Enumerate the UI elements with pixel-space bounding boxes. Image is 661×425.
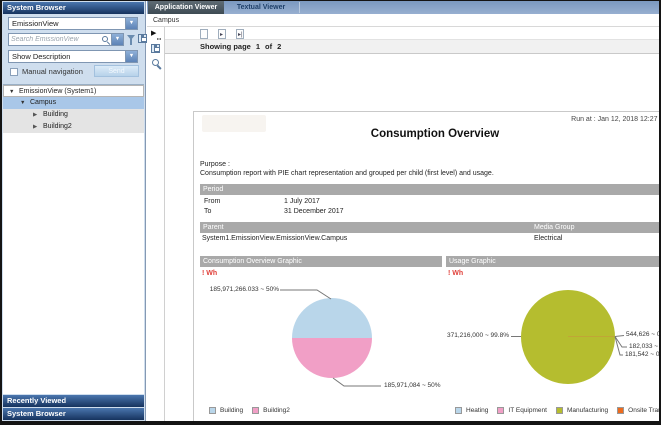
- save-report-icon[interactable]: [151, 44, 160, 53]
- description-selector[interactable]: Show Description ▼: [8, 50, 138, 63]
- legend-item-heating: Heating: [455, 407, 488, 414]
- legend-swatch: [455, 407, 462, 414]
- manual-navigation-label: Manual navigation: [22, 67, 83, 76]
- usage-pie: [521, 290, 615, 384]
- from-label: From: [204, 198, 220, 205]
- breadcrumb-row: Campus: [147, 14, 659, 27]
- callout-onsite-transport: 181,542 ~ 0.05%: [625, 351, 661, 358]
- last-page-icon[interactable]: ▸|: [236, 29, 244, 39]
- period-header: Period: [200, 184, 661, 195]
- paging-status-bar: Showing page1of2: [165, 40, 659, 54]
- system-browser-bar[interactable]: System Browser: [3, 408, 144, 420]
- send-button[interactable]: Send: [94, 65, 139, 77]
- tree-collapsed-icon[interactable]: ▶: [33, 109, 37, 121]
- view-selector[interactable]: EmissionView ▼: [8, 17, 138, 30]
- recently-viewed-bar[interactable]: Recently Viewed: [3, 395, 144, 407]
- callout-building: 185,971,266.033 ~ 50%: [194, 286, 279, 293]
- tab-textual-viewer[interactable]: Textual Viewer: [225, 1, 297, 14]
- description-selector-value: Show Description: [12, 51, 70, 63]
- usage-graphic-header: Usage Graphic: [446, 256, 661, 267]
- consumption-legend: Building Building2: [209, 407, 290, 414]
- legend-item-manufacturing: Manufacturing: [556, 407, 608, 414]
- tab-divider: [299, 2, 300, 13]
- purpose-text: Consumption report with PIE chart repres…: [200, 170, 494, 177]
- from-value: 1 July 2017: [284, 198, 320, 205]
- tree-expanded-icon[interactable]: ▼: [20, 97, 25, 109]
- report-page: Run at : Jan 12, 2018 12:27 PM Consumpti…: [193, 111, 661, 425]
- tree-item-building2[interactable]: ▶ Building2: [3, 121, 144, 133]
- legend-swatch: [556, 407, 563, 414]
- search-input[interactable]: [11, 34, 103, 45]
- pie-callout-lines: [194, 112, 661, 425]
- tab-bar: Application Viewer Textual Viewer: [147, 1, 659, 14]
- tree-collapsed-icon[interactable]: ▶: [33, 121, 37, 133]
- next-page-icon[interactable]: ▸: [218, 29, 226, 39]
- system-browser-panel: System Browser EmissionView ▼ ▼ Show Des…: [2, 1, 146, 421]
- main-area: Application Viewer Textual Viewer Campus…: [147, 1, 659, 421]
- parent-header-bar: Parent Media Group: [200, 222, 661, 233]
- first-page-icon[interactable]: [200, 29, 208, 39]
- legend-swatch: [252, 407, 259, 414]
- purpose-label: Purpose :: [200, 161, 230, 168]
- total-pages: 2: [277, 42, 281, 51]
- to-value: 31 December 2017: [284, 208, 344, 215]
- unit-warning-right: ! Wh: [448, 270, 463, 277]
- tree-item-campus[interactable]: ▼ Campus: [3, 97, 144, 109]
- search-icon[interactable]: [102, 36, 108, 42]
- filter-icon[interactable]: [127, 35, 135, 40]
- tree-item-emissionview[interactable]: ▼ EmissionView (System1): [3, 85, 144, 97]
- manual-navigation-checkbox[interactable]: [10, 68, 18, 76]
- app-window: System Browser EmissionView ▼ ▼ Show Des…: [0, 0, 661, 425]
- parent-header: Parent: [203, 224, 224, 231]
- callout-building2: 185,971,084 ~ 50%: [384, 382, 441, 389]
- consumption-graphic-header: Consumption Overview Graphic: [200, 256, 442, 267]
- media-group-value: Electrical: [534, 235, 562, 242]
- navigation-tree: ▼ EmissionView (System1) ▼ Campus ▶ Buil…: [3, 84, 144, 394]
- view-selector-value: EmissionView: [12, 18, 59, 30]
- tree-item-building[interactable]: ▶ Building: [3, 109, 144, 121]
- usage-legend: Heating IT Equipment Manufacturing Onsit…: [455, 407, 661, 414]
- breadcrumb: Campus: [153, 14, 179, 27]
- chevron-down-icon[interactable]: ▼: [125, 18, 137, 29]
- legend-item-building2: Building2: [252, 407, 290, 414]
- parent-value: System1.EmissionView.EmissionView.Campus: [202, 235, 347, 242]
- save-search-icon[interactable]: [138, 34, 147, 43]
- report-viewer: Run at : Jan 12, 2018 12:27 PM Consumpti…: [165, 54, 659, 421]
- legend-swatch: [497, 407, 504, 414]
- consumption-pie: [292, 298, 372, 378]
- viewer-toolbar-column: ▶: [147, 27, 165, 421]
- legend-swatch: [209, 407, 216, 414]
- search-options-chevron-icon[interactable]: ▼: [111, 34, 123, 45]
- callout-heating: 544,626 ~ 0.15%: [626, 331, 661, 338]
- tab-application-viewer[interactable]: Application Viewer: [148, 1, 224, 14]
- paging-toolbar: ▸ ▸|: [165, 27, 659, 40]
- paging-status: Showing page1of2: [200, 40, 286, 54]
- report-title: Consumption Overview: [194, 128, 661, 140]
- media-group-header: Media Group: [534, 222, 574, 233]
- chevron-down-icon[interactable]: ▼: [125, 51, 137, 62]
- to-label: To: [204, 208, 211, 215]
- zoom-icon[interactable]: [152, 59, 159, 66]
- legend-item-onsite-transport: Onsite Transport: [617, 407, 661, 414]
- callout-manufacturing: 371,216,000 ~ 99.8%: [422, 332, 509, 339]
- system-browser-title: System Browser: [3, 2, 144, 14]
- unit-warning-left: ! Wh: [202, 270, 217, 277]
- run-report-icon[interactable]: ▶: [151, 30, 161, 40]
- legend-swatch: [617, 407, 624, 414]
- current-page: 1: [256, 42, 260, 51]
- legend-item-it-equipment: IT Equipment: [497, 407, 547, 414]
- callout-it-equipment: 182,033 ~ 0%: [629, 343, 661, 350]
- search-box: ▼: [8, 33, 124, 46]
- legend-item-building: Building: [209, 407, 243, 414]
- run-timestamp: Run at : Jan 12, 2018 12:27 PM: [571, 116, 661, 123]
